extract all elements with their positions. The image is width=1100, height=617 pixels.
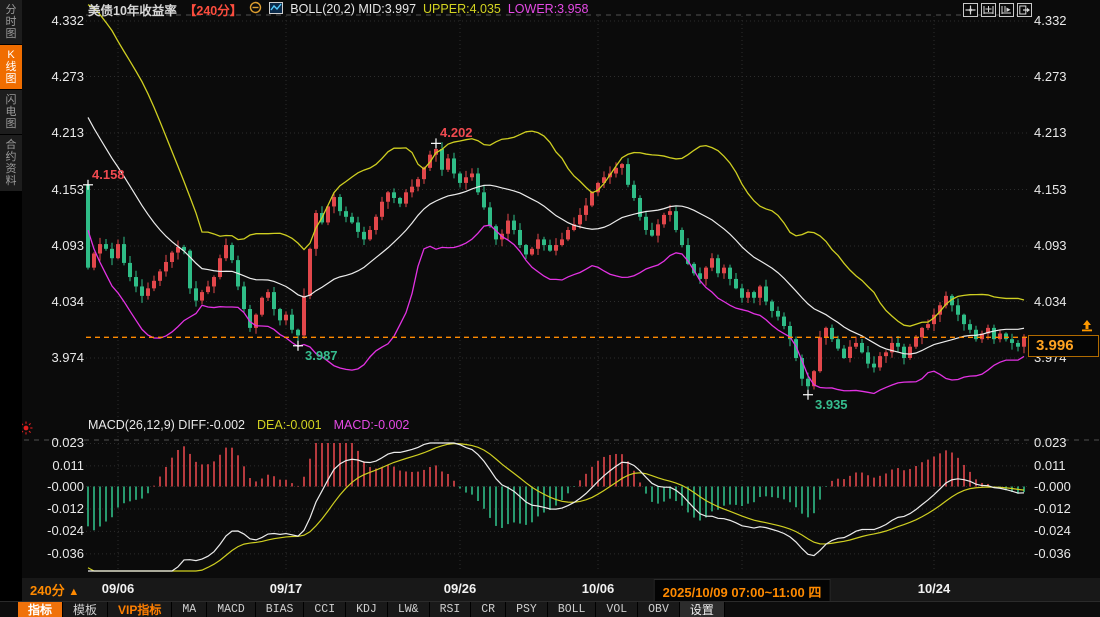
toolbar-item[interactable]: VIP指标 xyxy=(108,602,172,617)
macd-tick-right: 0.011 xyxy=(1034,458,1096,473)
toolbar-item[interactable]: KDJ xyxy=(346,602,388,617)
sidebar-tab-item[interactable]: 分时图 xyxy=(0,0,22,45)
toolbar-item[interactable]: CCI xyxy=(304,602,346,617)
x-axis-date: 09/26 xyxy=(444,581,477,596)
price-tick-right: 4.332 xyxy=(1034,13,1096,28)
toolbar-item[interactable]: OBV xyxy=(638,602,680,617)
price-tick-left: 3.974 xyxy=(24,350,84,365)
period-selector[interactable]: 240分 ▲ xyxy=(30,580,79,599)
x-axis-date: 09/17 xyxy=(270,581,303,596)
boll-mid-label: BOLL(20,2) MID:3.997 xyxy=(290,2,416,16)
mini-chart-icon[interactable] xyxy=(269,2,283,17)
instrument-title: 美债10年收益率 xyxy=(88,0,177,19)
kline-app-window: 分时图K线图闪电图合约资料 美债10年收益率 【240分】 BOLL(20,2)… xyxy=(0,0,1100,617)
price-tick-right: 4.093 xyxy=(1034,238,1096,253)
boll-upper-label: UPPER:4.035 xyxy=(423,2,501,16)
price-tick-right: 4.273 xyxy=(1034,69,1096,84)
macd-tick-right: 0.023 xyxy=(1034,435,1096,450)
x-axis-date: 10/24 xyxy=(918,581,951,596)
toolbar-item[interactable]: LW& xyxy=(388,602,430,617)
macd-tick-left: -0.036 xyxy=(24,546,84,561)
macd-value-label: MACD:-0.002 xyxy=(334,418,410,432)
chart-header: 美债10年收益率 【240分】 BOLL(20,2) MID:3.997 UPP… xyxy=(88,1,588,17)
x-axis-date: 09/06 xyxy=(102,581,135,596)
toolbar-item[interactable]: BIAS xyxy=(256,602,305,617)
macd-diff-label: MACD(26,12,9) DIFF:-0.002 xyxy=(88,418,245,432)
link-icon[interactable] xyxy=(249,1,262,17)
chart-controls xyxy=(963,3,1032,17)
macd-tick-right: -0.036 xyxy=(1034,546,1096,561)
macd-tick-right: -0.012 xyxy=(1034,501,1096,516)
x-axis-date: 10/06 xyxy=(582,581,615,596)
macd-tick-left: -0.012 xyxy=(24,501,84,516)
toolbar-item[interactable]: RSI xyxy=(430,602,472,617)
price-annotation: 3.987 xyxy=(305,348,338,363)
price-pin-icon[interactable] xyxy=(1080,319,1094,337)
price-tick-right: 4.213 xyxy=(1034,125,1096,140)
price-tick-left: 4.093 xyxy=(24,238,84,253)
toolbar-item[interactable]: VOL xyxy=(596,602,638,617)
macd-tick-right: -0.000 xyxy=(1034,479,1096,494)
crosshair-move-icon[interactable] xyxy=(963,3,978,17)
price-annotation: 3.935 xyxy=(815,397,848,412)
toolbar-item[interactable]: 模板 xyxy=(63,602,108,617)
x-axis-row: 240分 ▲ 2025/10/09 07:00~11:00 四 09/0609/… xyxy=(22,578,1100,601)
chevron-up-icon: ▲ xyxy=(68,586,79,598)
boll-lower-label: LOWER:3.958 xyxy=(508,2,589,16)
pan-right-icon[interactable] xyxy=(1017,3,1032,17)
zoom-play-icon[interactable] xyxy=(999,3,1014,17)
price-annotation: 4.158 xyxy=(92,167,125,182)
price-tick-left: 4.332 xyxy=(24,13,84,28)
current-price-box: 3.996 xyxy=(1028,335,1099,357)
zoom-in-range-icon[interactable] xyxy=(981,3,996,17)
macd-tick-left: -0.024 xyxy=(24,523,84,538)
price-tick-left: 4.153 xyxy=(24,182,84,197)
toolbar-item[interactable]: 指标 xyxy=(18,602,63,617)
toolbar-item[interactable]: MACD xyxy=(207,602,256,617)
toolbar-item[interactable]: 设置 xyxy=(680,602,725,617)
macd-header: MACD(26,12,9) DIFF:-0.002 DEA:-0.001 MAC… xyxy=(88,418,409,432)
macd-tick-right: -0.024 xyxy=(1034,523,1096,538)
price-annotation: 4.202 xyxy=(440,125,473,140)
price-tick-left: 4.213 xyxy=(24,125,84,140)
period-tag[interactable]: 【240分】 xyxy=(184,0,242,19)
macd-tick-left: 0.023 xyxy=(24,435,84,450)
indicator-toolbar: 指标模板VIP指标MAMACDBIASCCIKDJLW&RSICRPSYBOLL… xyxy=(0,601,1100,617)
toolbar-item[interactable]: MA xyxy=(172,602,207,617)
sidebar-tab-item[interactable]: 闪电图 xyxy=(0,90,22,135)
macd-tick-left: 0.011 xyxy=(24,458,84,473)
kline-chart-canvas[interactable] xyxy=(0,0,1100,617)
price-tick-right: 4.034 xyxy=(1034,294,1096,309)
toolbar-item[interactable]: BOLL xyxy=(548,602,597,617)
price-tick-right: 4.153 xyxy=(1034,182,1096,197)
macd-dea-label: DEA:-0.001 xyxy=(257,418,322,432)
toolbar-item[interactable]: PSY xyxy=(506,602,548,617)
sidebar-tab-item[interactable]: 合约资料 xyxy=(0,135,22,192)
macd-tick-left: -0.000 xyxy=(24,479,84,494)
price-tick-left: 4.034 xyxy=(24,294,84,309)
sidebar-tab-active[interactable]: K线图 xyxy=(0,45,22,90)
toolbar-item[interactable]: CR xyxy=(471,602,506,617)
sidebar: 分时图K线图闪电图合约资料 xyxy=(0,0,22,617)
price-tick-left: 4.273 xyxy=(24,69,84,84)
